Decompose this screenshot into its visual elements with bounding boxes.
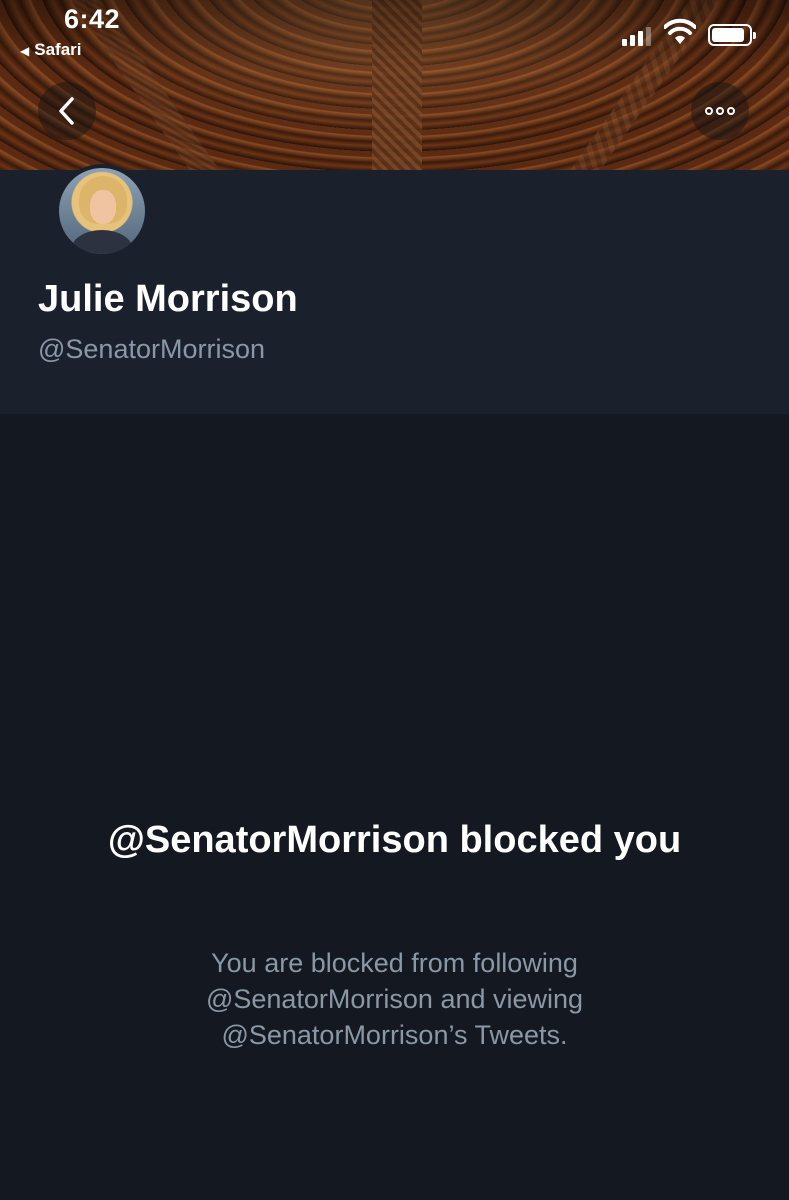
- profile-handle: @SenatorMorrison: [38, 334, 265, 364]
- blocked-title: @SenatorMorrison blocked you: [107, 819, 682, 861]
- avatar[interactable]: [55, 164, 149, 258]
- back-button[interactable]: [38, 82, 96, 140]
- back-app-label: Safari: [34, 40, 82, 59]
- wifi-icon: [664, 18, 696, 44]
- more-options-icon: [705, 107, 735, 115]
- status-time: 6:42: [64, 4, 121, 34]
- more-options-button[interactable]: [691, 82, 749, 140]
- battery-icon: [708, 24, 756, 46]
- back-to-app-link[interactable]: ◀ Safari: [20, 40, 81, 60]
- cellular-signal-icon: [622, 26, 652, 46]
- profile-display-name: Julie Morrison: [38, 278, 298, 320]
- back-triangle-icon: ◀: [20, 44, 30, 58]
- blocked-description: You are blocked from following @SenatorM…: [205, 948, 584, 1050]
- back-chevron-icon: [59, 97, 74, 125]
